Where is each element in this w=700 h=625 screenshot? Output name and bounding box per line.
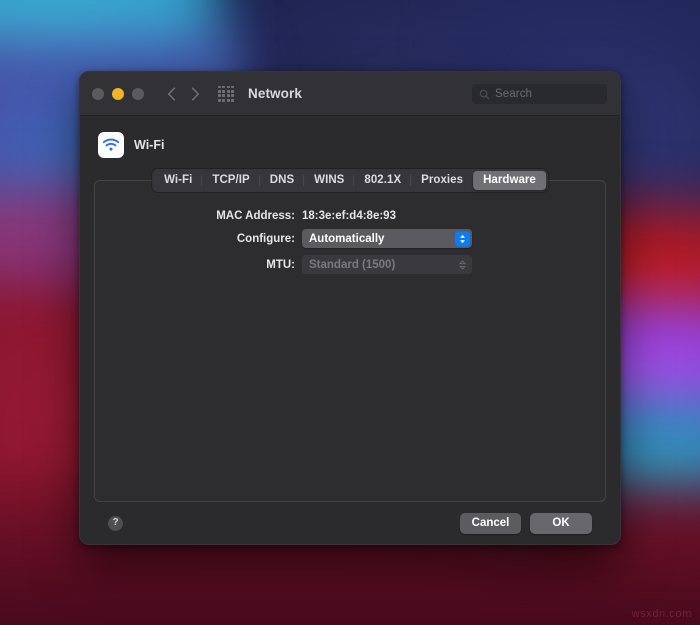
- cancel-button[interactable]: Cancel: [460, 512, 521, 534]
- tab-wins[interactable]: WINS: [303, 171, 354, 190]
- service-header: Wi-Fi: [94, 128, 606, 160]
- desktop-background: wsxdn.com Network Search Wi-Fi Wi-Fi TCP…: [0, 0, 700, 625]
- navigation-buttons: [160, 83, 206, 105]
- mtu-value: Standard (1500): [309, 258, 396, 271]
- mac-address-value: 18:3e:ef:d4:8e:93: [302, 210, 396, 222]
- help-button[interactable]: ?: [108, 515, 123, 531]
- wifi-icon: [98, 132, 124, 158]
- hardware-tab-panel: MAC Address: 18:3e:ef:d4:8e:93 Configure…: [94, 180, 606, 502]
- close-button[interactable]: [92, 87, 104, 100]
- window-body: Wi-Fi Wi-Fi TCP/IP DNS WINS 802.1X Proxi…: [80, 116, 620, 544]
- tab-hardware[interactable]: Hardware: [473, 171, 546, 190]
- hardware-form: MAC Address: 18:3e:ef:d4:8e:93 Configure…: [95, 207, 605, 274]
- traffic-light-group: [92, 87, 144, 100]
- watermark: wsxdn.com: [631, 608, 692, 620]
- page-title: Network: [248, 86, 302, 101]
- search-icon: [479, 89, 490, 99]
- chevron-right-icon: [191, 86, 199, 101]
- tab-section: Wi-Fi TCP/IP DNS WINS 802.1X Proxies Har…: [94, 169, 606, 502]
- configure-value: Automatically: [309, 232, 385, 245]
- tab-tcpip[interactable]: TCP/IP: [201, 171, 259, 190]
- configure-row: Configure: Automatically: [95, 229, 605, 248]
- mtu-label: MTU:: [266, 258, 295, 271]
- configure-label: Configure:: [236, 232, 295, 245]
- minimize-button[interactable]: [112, 87, 124, 100]
- mac-address-row: MAC Address: 18:3e:ef:d4:8e:93: [95, 210, 605, 222]
- mtu-row: MTU: Standard (1500): [95, 255, 605, 274]
- search-placeholder: Search: [495, 88, 533, 100]
- ok-button[interactable]: OK: [530, 512, 592, 534]
- window-footer: ? Cancel OK: [94, 502, 606, 544]
- show-all-grid-icon[interactable]: [218, 85, 234, 102]
- mac-address-label: MAC Address:: [216, 210, 295, 222]
- mtu-select: Standard (1500): [302, 255, 472, 274]
- forward-button[interactable]: [184, 83, 206, 105]
- tab-dns[interactable]: DNS: [258, 171, 304, 190]
- tab-8021x[interactable]: 802.1X: [353, 171, 411, 190]
- back-button[interactable]: [160, 83, 182, 105]
- service-name: Wi-Fi: [134, 138, 165, 152]
- search-field[interactable]: Search: [471, 83, 608, 105]
- tab-wifi[interactable]: Wi-Fi: [154, 171, 202, 190]
- chevron-updown-icon: [455, 231, 470, 246]
- chevron-updown-icon-disabled: [455, 257, 470, 272]
- tab-proxies[interactable]: Proxies: [410, 171, 473, 190]
- tab-bar: Wi-Fi TCP/IP DNS WINS 802.1X Proxies Har…: [152, 169, 548, 192]
- network-preferences-window: Network Search Wi-Fi Wi-Fi TCP/IP DNS WI…: [79, 71, 621, 545]
- configure-select[interactable]: Automatically: [302, 229, 472, 248]
- chevron-left-icon: [167, 86, 175, 101]
- zoom-button[interactable]: [132, 87, 144, 100]
- window-titlebar: Network Search: [80, 72, 620, 116]
